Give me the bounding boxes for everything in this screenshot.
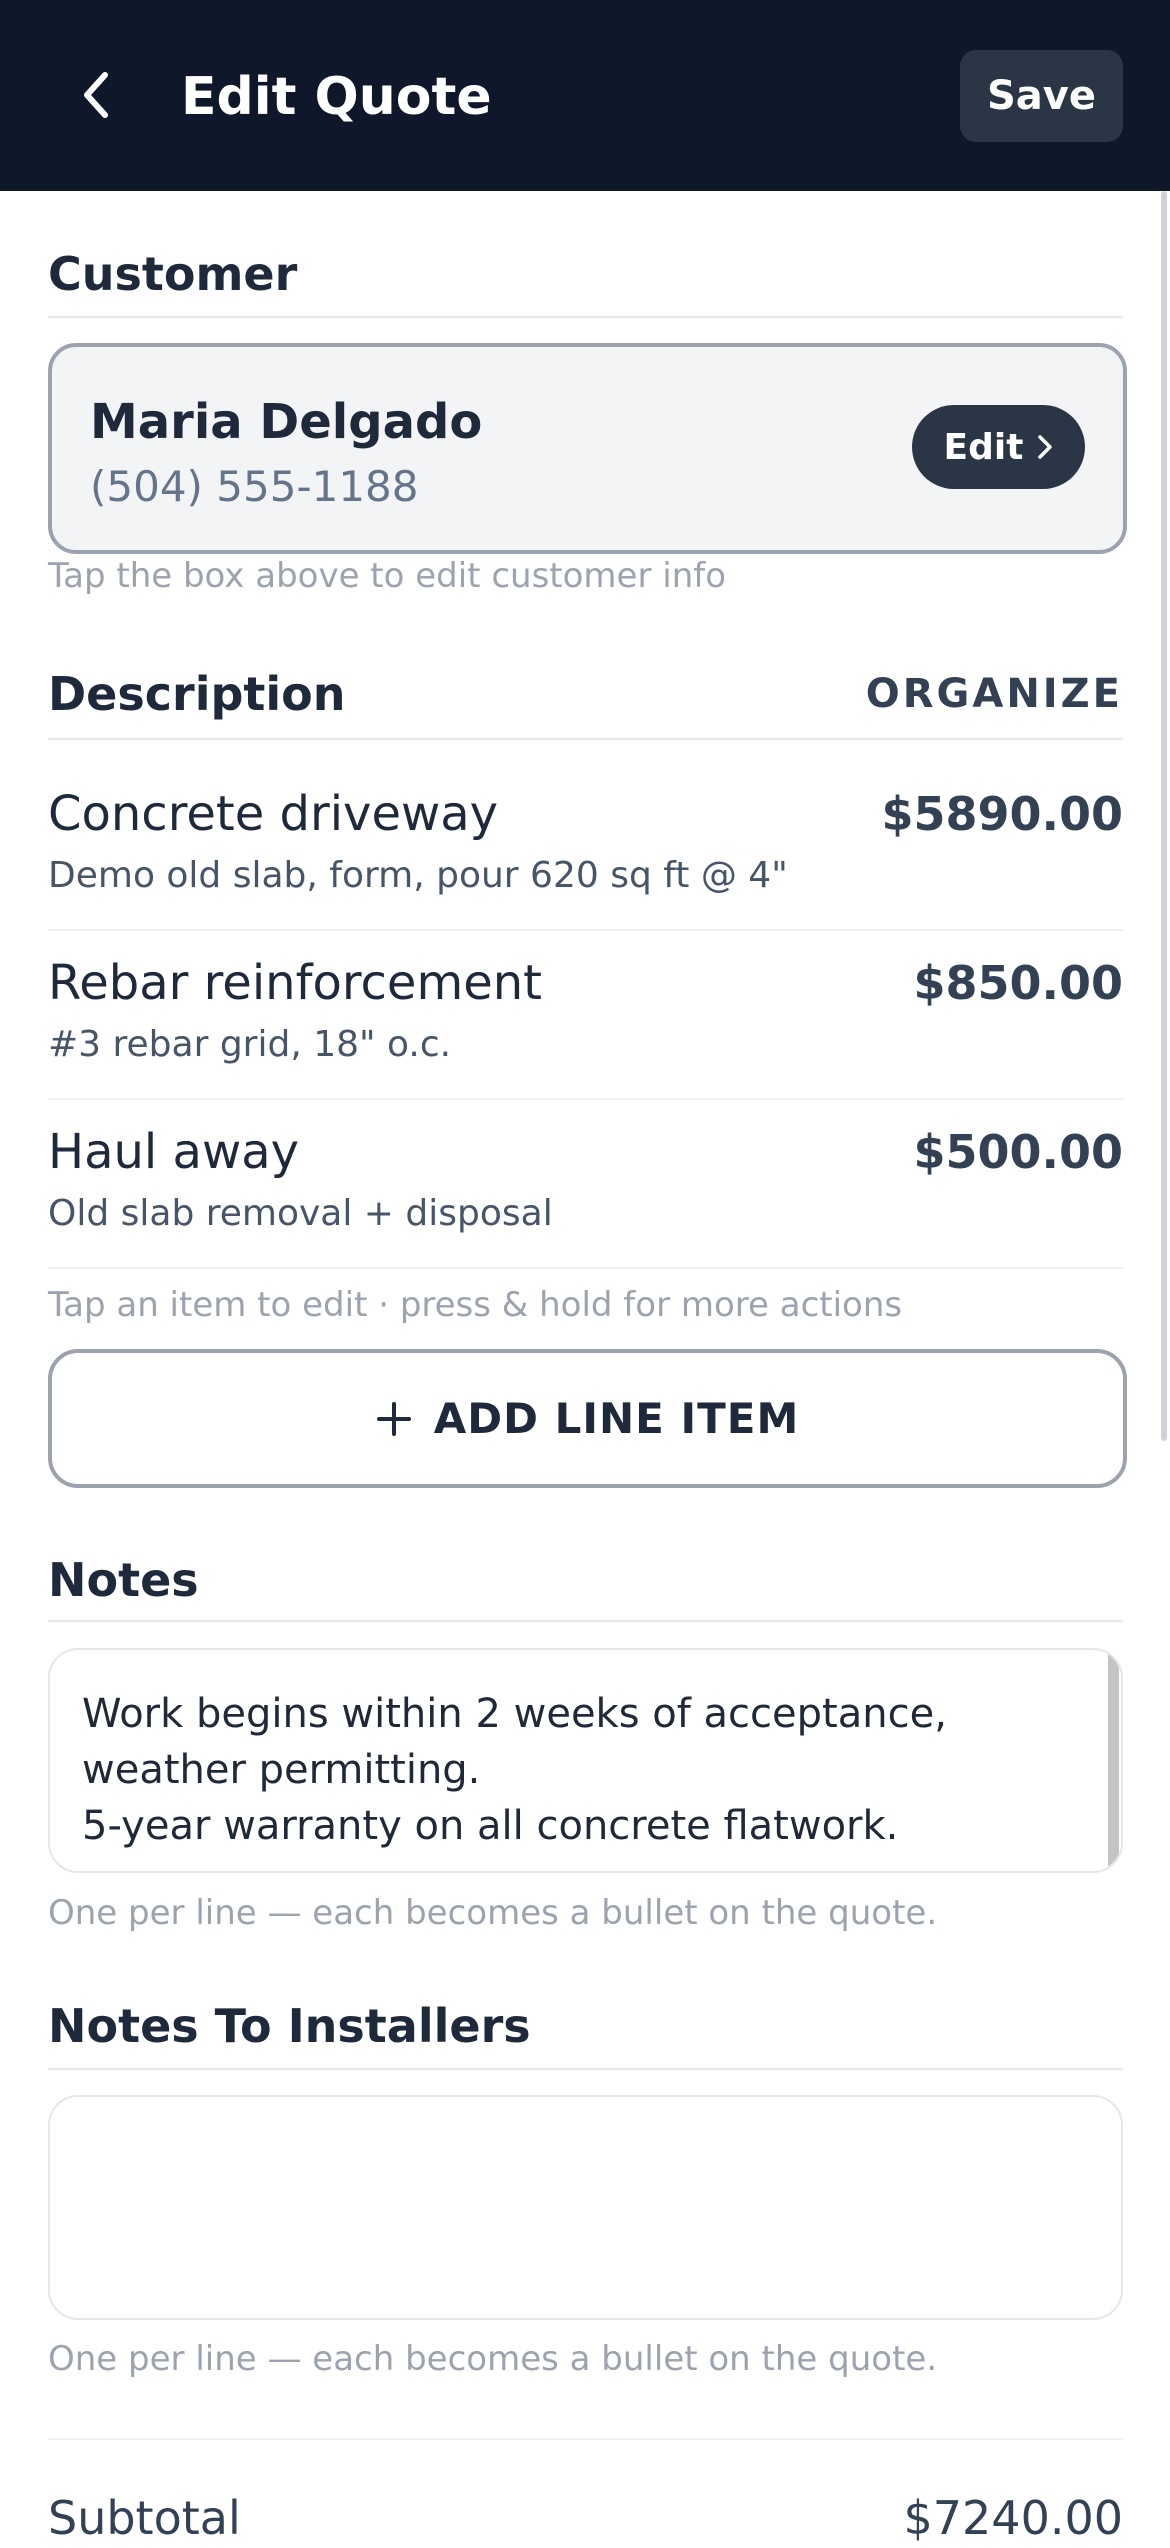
line-item-price: $500.00 xyxy=(913,1125,1123,1179)
chevron-left-icon xyxy=(84,72,108,118)
customer-hint: Tap the box above to edit customer info xyxy=(48,556,727,596)
line-item-price: $850.00 xyxy=(913,956,1123,1010)
line-item-detail: #3 rebar grid, 18" o.c. xyxy=(48,1024,452,1065)
installer-notes-section-title: Notes To Installers xyxy=(48,1999,531,2053)
page-scrollbar[interactable] xyxy=(1161,191,1167,1441)
customer-name: Maria Delgado xyxy=(90,394,483,450)
line-item-price: $5890.00 xyxy=(881,787,1123,841)
edit-customer-button[interactable]: Edit xyxy=(912,405,1085,489)
line-item[interactable]: Rebar reinforcement #3 rebar grid, 18" o… xyxy=(48,930,1123,1100)
notes-textarea[interactable] xyxy=(50,1650,1090,1871)
installer-notes-textarea-container xyxy=(48,2095,1123,2320)
add-line-item-button[interactable]: ADD LINE ITEM xyxy=(48,1349,1127,1488)
notes-scrollbar[interactable] xyxy=(1108,1652,1119,1869)
notes-section-header: Notes xyxy=(48,1550,1123,1622)
save-button[interactable]: Save xyxy=(960,50,1123,142)
customer-card[interactable]: Maria Delgado (504) 555-1188 Edit xyxy=(48,343,1127,554)
line-item[interactable]: Haul away Old slab removal + disposal $5… xyxy=(48,1099,1123,1269)
totals-divider xyxy=(48,2438,1123,2440)
organize-button[interactable]: ORGANIZE xyxy=(866,664,1123,724)
chevron-right-icon xyxy=(1038,435,1053,459)
line-item-name: Rebar reinforcement xyxy=(48,955,542,1011)
customer-section-title: Customer xyxy=(48,247,298,301)
customer-section-header: Customer xyxy=(48,244,1123,318)
installer-notes-section-header: Notes To Installers xyxy=(48,1996,1123,2070)
installer-notes-textarea[interactable] xyxy=(50,2097,1090,2318)
line-item-detail: Old slab removal + disposal xyxy=(48,1193,553,1234)
line-item[interactable]: Concrete driveway Demo old slab, form, p… xyxy=(48,761,1123,931)
line-item-detail: Demo old slab, form, pour 620 sq ft @ 4" xyxy=(48,855,788,896)
customer-phone: (504) 555-1188 xyxy=(90,462,419,511)
line-items-hint: Tap an item to edit · press & hold for m… xyxy=(48,1285,903,1325)
notes-hint: One per line — each becomes a bullet on … xyxy=(48,1893,938,1933)
subtotal-value: $7240.00 xyxy=(903,2491,1124,2545)
description-section-header: Description ORGANIZE xyxy=(48,664,1123,740)
subtotal-label: Subtotal xyxy=(48,2491,241,2545)
top-app-bar: Edit Quote Save xyxy=(0,0,1170,191)
line-item-name: Concrete driveway xyxy=(48,786,499,842)
notes-textarea-container xyxy=(48,1648,1123,1873)
installer-notes-hint: One per line — each becomes a bullet on … xyxy=(48,2339,938,2379)
line-item-name: Haul away xyxy=(48,1124,300,1180)
back-button[interactable] xyxy=(70,60,120,130)
edit-customer-label: Edit xyxy=(943,426,1024,468)
page-title: Edit Quote xyxy=(181,67,492,127)
add-line-item-label: ADD LINE ITEM xyxy=(433,1394,800,1443)
plus-icon xyxy=(376,1401,411,1436)
notes-section-title: Notes xyxy=(48,1553,199,1607)
